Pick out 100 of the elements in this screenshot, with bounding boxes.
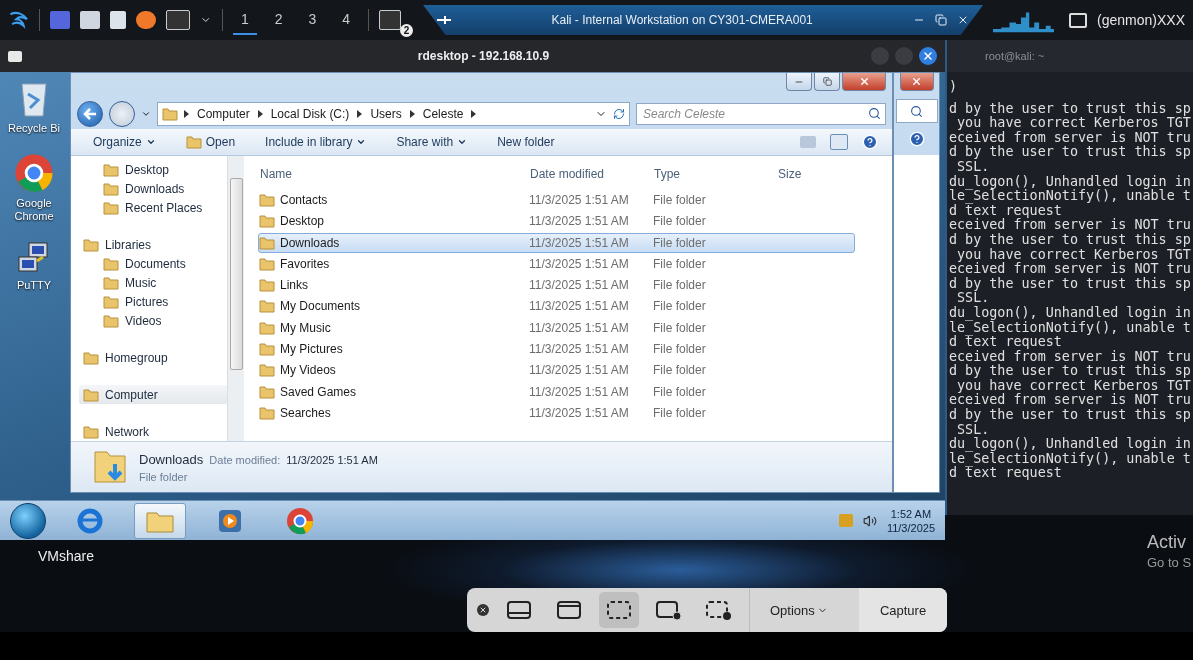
search-icon[interactable] (868, 107, 881, 120)
toolbar-button[interactable]: Include in library (257, 133, 375, 151)
folder-icon (259, 193, 275, 207)
date-cell-text: 11/3/2025 1:51 AM (529, 193, 630, 207)
column-header[interactable]: Date modified (528, 167, 652, 181)
file-row[interactable]: Saved Games 11/3/2025 1:51 AM File folder (258, 381, 855, 402)
terminal-line: eceived from server is NOT tru (949, 218, 1192, 233)
breadcrumb-link[interactable]: Celeste (420, 107, 466, 121)
caret-icon (457, 137, 468, 147)
nav-item[interactable]: Downloads (79, 179, 227, 198)
clock[interactable]: 1:52 AM 11/3/2025 (886, 506, 935, 535)
nav-item[interactable]: Desktop (79, 160, 227, 179)
breadcrumb-link[interactable]: Users (368, 107, 404, 121)
terminal-line: d text request (949, 203, 1062, 219)
workspace-app-icon[interactable] (50, 11, 71, 29)
workspace-tab[interactable]: 1 (232, 5, 257, 35)
help-icon[interactable] (862, 134, 878, 150)
help-icon[interactable] (908, 131, 925, 147)
folder-icon[interactable] (80, 11, 101, 29)
terminal-line: you have correct Kerberos TGT (956, 116, 1192, 131)
terminal-line: du_logon(), Unhandled login in (949, 437, 1192, 452)
folder-icon (103, 181, 119, 196)
close-button[interactable] (477, 604, 489, 616)
workspace-tab[interactable]: 2 (266, 5, 291, 35)
folder-icon (259, 384, 275, 399)
date-cell-text: 11/3/2025 1:51 AM (529, 256, 630, 271)
type-cell-text: File folder (653, 235, 707, 250)
nav-item[interactable]: Network (79, 422, 227, 441)
file-row[interactable]: My Pictures 11/3/2025 1:51 AM File folder (258, 339, 855, 360)
nav-item[interactable]: Libraries (79, 235, 227, 254)
document-icon[interactable] (110, 11, 127, 29)
desktop-icon-label[interactable]: PuTTY (2, 279, 66, 292)
search-field[interactable]: Search Celeste (636, 103, 886, 125)
screen-icon (506, 599, 532, 621)
nav-item[interactable]: Videos (79, 311, 227, 330)
file-row[interactable]: Desktop 11/3/2025 1:51 AM File folder (258, 211, 855, 232)
close-button[interactable] (919, 47, 937, 65)
file-row[interactable]: Links 11/3/2025 1:51 AM File folder (258, 275, 855, 296)
chevron-right-icon (257, 110, 263, 118)
file-row[interactable]: My Documents 11/3/2025 1:51 AM File folder (258, 296, 855, 317)
file-name: Downloads (280, 235, 340, 250)
nav-item[interactable]: Music (79, 273, 227, 292)
file-row[interactable]: Searches 11/3/2025 1:51 AM File folder (258, 402, 855, 423)
restore-icon[interactable] (935, 14, 948, 26)
chevron-right-icon (471, 110, 477, 118)
terminal-line: SSL. (956, 422, 991, 437)
active-window-button[interactable]: Kali - Internal Workstation on CY301-CMERA001 (423, 5, 984, 35)
toolbar-button[interactable]: New folder (489, 133, 563, 151)
nav-item[interactable]: Documents (79, 254, 227, 273)
genmon-label: (genmon)XXX (1097, 12, 1185, 28)
nav-item[interactable]: Homegroup (79, 348, 227, 367)
preview-pane-icon[interactable] (830, 134, 848, 150)
dropdown-icon[interactable] (141, 109, 151, 119)
breadcrumb-link[interactable]: Computer (195, 107, 252, 121)
desktop-icon-label[interactable]: Google Chrome (2, 197, 66, 223)
workspace-tab[interactable]: 3 (300, 5, 325, 35)
volume-icon[interactable] (862, 513, 877, 528)
back-button[interactable] (77, 101, 103, 127)
column-header[interactable]: Type (652, 167, 776, 181)
column-header[interactable]: Name (258, 167, 528, 181)
desktop-folder-label[interactable]: VMshare (38, 548, 95, 564)
file-name: Saved Games (280, 384, 357, 399)
toolbar-button[interactable]: Share with (388, 133, 476, 151)
file-row[interactable]: Contacts 11/3/2025 1:51 AM File folder (258, 190, 855, 210)
item-type: File folder (139, 470, 189, 483)
breadcrumb-link[interactable]: Local Disk (C:) (268, 107, 352, 121)
file-row[interactable]: My Music 11/3/2025 1:51 AM File folder (258, 317, 855, 338)
computers-icon (17, 241, 51, 275)
capture-mode-button[interactable] (599, 592, 639, 628)
toolbar-button[interactable]: Organize (85, 133, 164, 151)
close-icon (858, 76, 870, 87)
record-selection-icon (706, 599, 732, 621)
start-button[interactable] (10, 502, 46, 539)
nav-item[interactable]: Pictures (79, 292, 227, 311)
forward-button[interactable] (109, 101, 135, 127)
address-bar[interactable]: Computer Local Disk (C:) Users Celeste (157, 102, 630, 126)
column-header[interactable]: Size (776, 167, 886, 181)
maximize-button[interactable] (814, 73, 840, 91)
scrollbar[interactable] (227, 156, 244, 441)
toolbar-button[interactable]: Open (177, 133, 244, 151)
terminal-icon[interactable] (166, 10, 191, 30)
file-row[interactable]: Favorites 11/3/2025 1:51 AM File folder (258, 253, 855, 274)
capture-button[interactable]: Capture (859, 588, 947, 632)
desktop-icon-label[interactable]: Recycle Bi (2, 122, 66, 135)
selection-icon (606, 599, 632, 621)
file-row[interactable]: Downloads 11/3/2025 1:51 AM File folder (258, 232, 855, 253)
minimize-button[interactable] (786, 73, 812, 91)
file-row[interactable]: My Videos 11/3/2025 1:51 AM File folder (258, 360, 855, 381)
terminal-icon[interactable] (379, 10, 402, 30)
folder-icon (162, 107, 178, 121)
date-cell-text: 11/3/2025 1:51 AM (529, 235, 630, 250)
terminal-line: eceived from server is NOT tru (949, 262, 1192, 277)
nav-item[interactable]: Recent Places (79, 198, 227, 217)
terminal-line: du_logon(), Unhandled login in (949, 174, 1192, 190)
search-icon[interactable] (910, 104, 923, 118)
taskbar-app-button[interactable] (134, 502, 186, 539)
refresh-icon[interactable] (613, 108, 625, 120)
nav-item[interactable]: Computer (79, 385, 227, 404)
workspace-tab[interactable]: 4 (334, 5, 359, 35)
terminal-line: le_SelectionNotify(), unable t (949, 451, 1192, 467)
